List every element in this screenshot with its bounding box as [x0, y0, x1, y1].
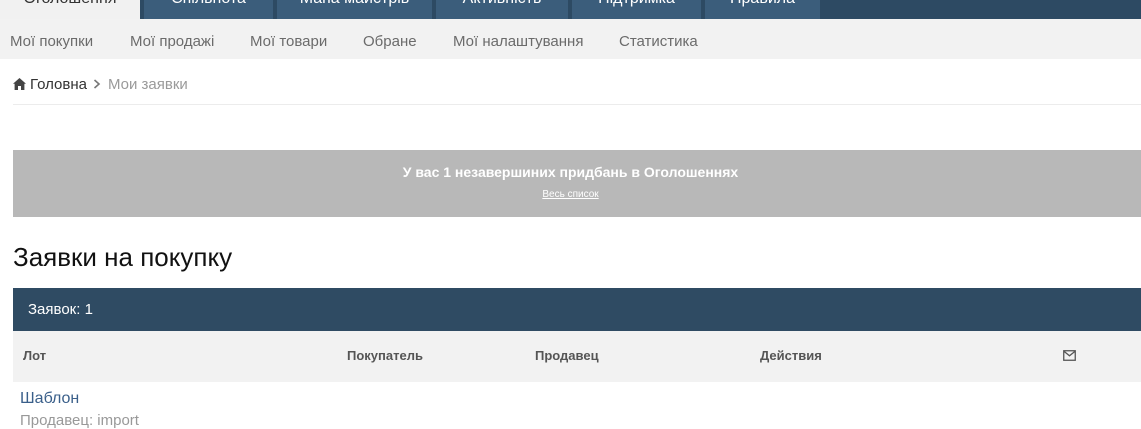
subnav-my-settings[interactable]: Мої налаштування	[453, 19, 583, 59]
tab-masters-map[interactable]: Мапа майстрів	[277, 0, 432, 19]
orders-count: Заявок: 1	[28, 301, 93, 318]
tab-community[interactable]: Спільнота	[144, 0, 273, 19]
top-navigation: Оголошення Спільнота Мапа майстрів Актив…	[0, 0, 1141, 19]
tab-activity[interactable]: Активність	[436, 0, 568, 19]
breadcrumb-divider	[13, 104, 1141, 105]
chevron-right-icon	[93, 79, 101, 89]
breadcrumb: Головна Мои заявки	[13, 75, 188, 95]
sub-navigation: Мої покупки Мої продажі Мої товари Обран…	[0, 19, 1141, 59]
table-header-row: Лот Покупатель Продавец Действия	[13, 331, 1141, 382]
notice-full-list-link[interactable]: Весь список	[13, 189, 1128, 200]
column-header-seller: Продавец	[535, 348, 599, 363]
subnav-my-sales[interactable]: Мої продажі	[130, 19, 214, 59]
table-row: Шаблон Продавец: import	[13, 382, 1141, 429]
lot-seller-text: Продавец: import	[20, 412, 139, 429]
breadcrumb-current: Мои заявки	[108, 76, 188, 93]
lot-title-link[interactable]: Шаблон	[20, 390, 79, 408]
tab-announcements[interactable]: Оголошення	[0, 0, 140, 19]
notice-text: У вас 1 незавершиних придбань в Оголошен…	[402, 164, 739, 180]
notice-banner: У вас 1 незавершиних придбань в Оголошен…	[13, 150, 1141, 217]
orders-panel-header: Заявок: 1	[13, 288, 1141, 331]
tab-rules[interactable]: Правила	[705, 0, 820, 19]
subnav-my-goods[interactable]: Мої товари	[250, 19, 327, 59]
tab-support[interactable]: Підтримка	[572, 0, 701, 19]
column-header-actions: Действия	[760, 348, 822, 363]
breadcrumb-home-link[interactable]: Головна	[30, 76, 87, 93]
subnav-statistics[interactable]: Статистика	[619, 19, 698, 59]
column-header-buyer: Покупатель	[347, 348, 423, 363]
column-header-lot: Лот	[23, 348, 47, 363]
page-title: Заявки на покупку	[13, 242, 233, 272]
home-icon	[13, 78, 26, 90]
subnav-my-purchases[interactable]: Мої покупки	[10, 19, 93, 59]
envelope-icon	[1063, 350, 1076, 361]
subnav-favorites[interactable]: Обране	[363, 19, 417, 59]
